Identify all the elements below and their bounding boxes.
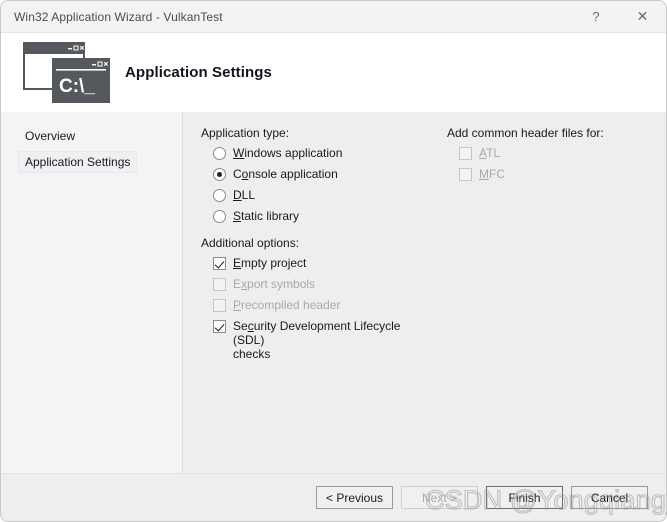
checkbox-indicator[interactable] <box>213 320 226 333</box>
next-button: Next > <box>401 486 478 509</box>
checkbox-label: Precompiled header <box>233 298 340 312</box>
checkbox-empty-project[interactable]: Empty project <box>213 256 433 270</box>
radio-indicator[interactable] <box>213 168 226 181</box>
checkbox-indicator <box>459 168 472 181</box>
wizard-window: Win32 Application Wizard - VulkanTest ? … <box>0 0 667 522</box>
accel-rest: port symbols <box>247 277 316 291</box>
radio-label: Console application <box>233 167 338 181</box>
page-title: Application Settings <box>125 64 273 81</box>
radio-dll[interactable]: DLL <box>213 188 433 202</box>
radio-static-library[interactable]: Static library <box>213 209 433 223</box>
close-icon[interactable]: ✕ <box>619 1 666 32</box>
checkbox-sdl-checks[interactable]: Security Development Lifecycle (SDL) che… <box>213 319 433 361</box>
checkbox-indicator[interactable] <box>213 257 226 270</box>
accel-key: E <box>233 256 242 270</box>
accel-key: P <box>233 298 242 312</box>
accel-key: D <box>233 188 242 202</box>
radio-label: Windows application <box>233 146 342 160</box>
application-type-label: Application type: <box>201 126 290 140</box>
finish-button[interactable]: Finish <box>486 486 563 509</box>
body-area: Overview Application Settings Applicatio… <box>1 112 666 473</box>
sidebar: Overview Application Settings <box>1 112 183 473</box>
checkbox-indicator <box>213 299 226 312</box>
radio-label: Static library <box>233 209 299 223</box>
checkbox-export-symbols: Export symbols <box>213 277 433 291</box>
radio-indicator[interactable] <box>213 210 226 223</box>
checkbox-label: Export symbols <box>233 277 315 291</box>
accel-rest: recompiled header <box>241 298 341 312</box>
accel-rest: urity Development Lifecycle (SDL) checks <box>233 319 401 361</box>
console-windows-icon: C:\_ <box>23 41 111 104</box>
window-title: Win32 Application Wizard - VulkanTest <box>14 9 223 24</box>
sidebar-item-application-settings[interactable]: Application Settings <box>17 151 138 173</box>
accel-rest: tatic library <box>241 209 300 223</box>
radio-indicator[interactable] <box>213 147 226 160</box>
settings-columns: Application type: Windows application Co… <box>201 126 666 368</box>
checkbox-label: ATL <box>479 146 500 160</box>
footer-button-bar: < Previous Next > Finish Cancel <box>1 473 666 521</box>
titlebar-buttons: ? ✕ <box>573 1 666 32</box>
right-column: Add common header files for: ATL MFC <box>447 126 647 368</box>
header-files-label: Add common header files for: <box>447 126 604 140</box>
radio-windows-application[interactable]: Windows application <box>213 146 433 160</box>
accel-key: M <box>479 167 489 181</box>
checkbox-label: MFC <box>479 167 505 181</box>
previous-button[interactable]: < Previous <box>316 486 393 509</box>
accel-pre: E <box>233 277 242 291</box>
checkbox-atl: ATL <box>459 146 647 160</box>
accel-rest: TL <box>486 146 501 160</box>
accel-rest: LL <box>241 188 256 202</box>
checkbox-indicator <box>459 147 472 160</box>
accel-rest: FC <box>489 167 505 181</box>
accel-pre: Se <box>233 319 248 333</box>
checkbox-precompiled-header: Precompiled header <box>213 298 433 312</box>
radio-console-application[interactable]: Console application <box>213 167 433 181</box>
checkbox-label: Empty project <box>233 256 306 270</box>
cancel-button[interactable]: Cancel <box>571 486 648 509</box>
accel-rest: nsole application <box>248 167 338 181</box>
titlebar: Win32 Application Wizard - VulkanTest ? … <box>1 1 666 33</box>
checkbox-label: Security Development Lifecycle (SDL) che… <box>233 319 433 361</box>
left-column: Application type: Windows application Co… <box>201 126 433 368</box>
sidebar-item-overview[interactable]: Overview <box>19 126 81 146</box>
content-panel: Application type: Windows application Co… <box>183 112 666 473</box>
accel-key: W <box>233 146 245 160</box>
checkbox-indicator <box>213 278 226 291</box>
accel-key: S <box>233 209 242 223</box>
svg-text:C:\_: C:\_ <box>59 76 95 97</box>
radio-indicator[interactable] <box>213 189 226 202</box>
radio-label: DLL <box>233 188 255 202</box>
header-band: C:\_ Application Settings <box>1 33 666 112</box>
help-icon[interactable]: ? <box>573 1 619 32</box>
checkbox-mfc: MFC <box>459 167 647 181</box>
accel-rest: indows application <box>244 146 343 160</box>
additional-options-label: Additional options: <box>201 236 300 250</box>
accel-rest: mpty project <box>241 256 307 270</box>
accel-pre: C <box>233 167 242 181</box>
